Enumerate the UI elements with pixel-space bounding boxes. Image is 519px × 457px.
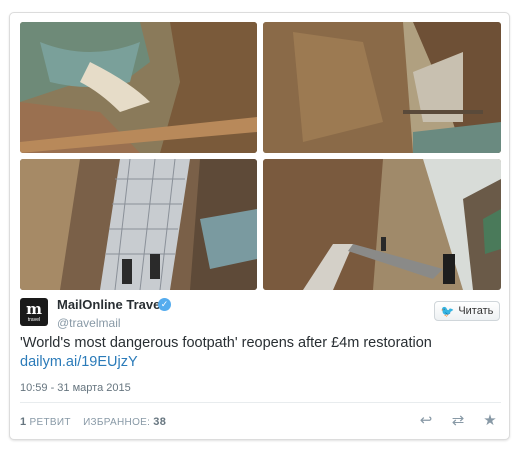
follow-button-label: Читать xyxy=(458,305,494,317)
account-handle[interactable]: @travelmail xyxy=(57,316,121,330)
avatar-logo-sub: travel xyxy=(27,316,41,323)
retweet-icon[interactable]: ⇄ xyxy=(449,412,467,430)
avatar[interactable]: m travel xyxy=(20,298,48,326)
follow-button[interactable]: 🐦 Читать xyxy=(434,301,500,321)
tweet-link[interactable]: dailym.ai/19EUjzY xyxy=(20,354,138,370)
tweet-body: 'World's most dangerous footpath' reopen… xyxy=(20,335,432,351)
avatar-logo-letter: m xyxy=(26,299,42,318)
timestamp[interactable]: 10:59 - 31 марта 2015 xyxy=(20,382,131,394)
retweets-label[interactable]: РЕТВИТ xyxy=(30,417,71,428)
favorites-label[interactable]: ИЗБРАННОЕ: xyxy=(83,417,150,428)
tweet-card: m travel MailOnline Travel ✓ @travelmail… xyxy=(9,12,510,440)
twitter-bird-icon: 🐦 xyxy=(440,305,455,318)
photo-cliff-walkway[interactable] xyxy=(263,22,501,153)
divider xyxy=(20,402,501,403)
photo-glass-bridge[interactable] xyxy=(20,159,257,290)
tweet-text: 'World's most dangerous footpath' reopen… xyxy=(20,334,500,372)
verified-check-icon: ✓ xyxy=(158,298,171,311)
account-name[interactable]: MailOnline Travel xyxy=(57,297,164,312)
favorites-count[interactable]: 38 xyxy=(153,416,166,428)
tweet-stats: 1 РЕТВИТ ИЗБРАННОЕ: 38 xyxy=(20,416,166,428)
retweets-count[interactable]: 1 xyxy=(20,416,26,428)
tweet-actions: ↩ ⇄ ★ xyxy=(417,412,499,430)
photo-suspension-bridge[interactable] xyxy=(263,159,501,290)
reply-icon[interactable]: ↩ xyxy=(417,412,435,430)
favorite-icon[interactable]: ★ xyxy=(481,412,499,430)
photo-gorge-river[interactable] xyxy=(20,22,257,153)
